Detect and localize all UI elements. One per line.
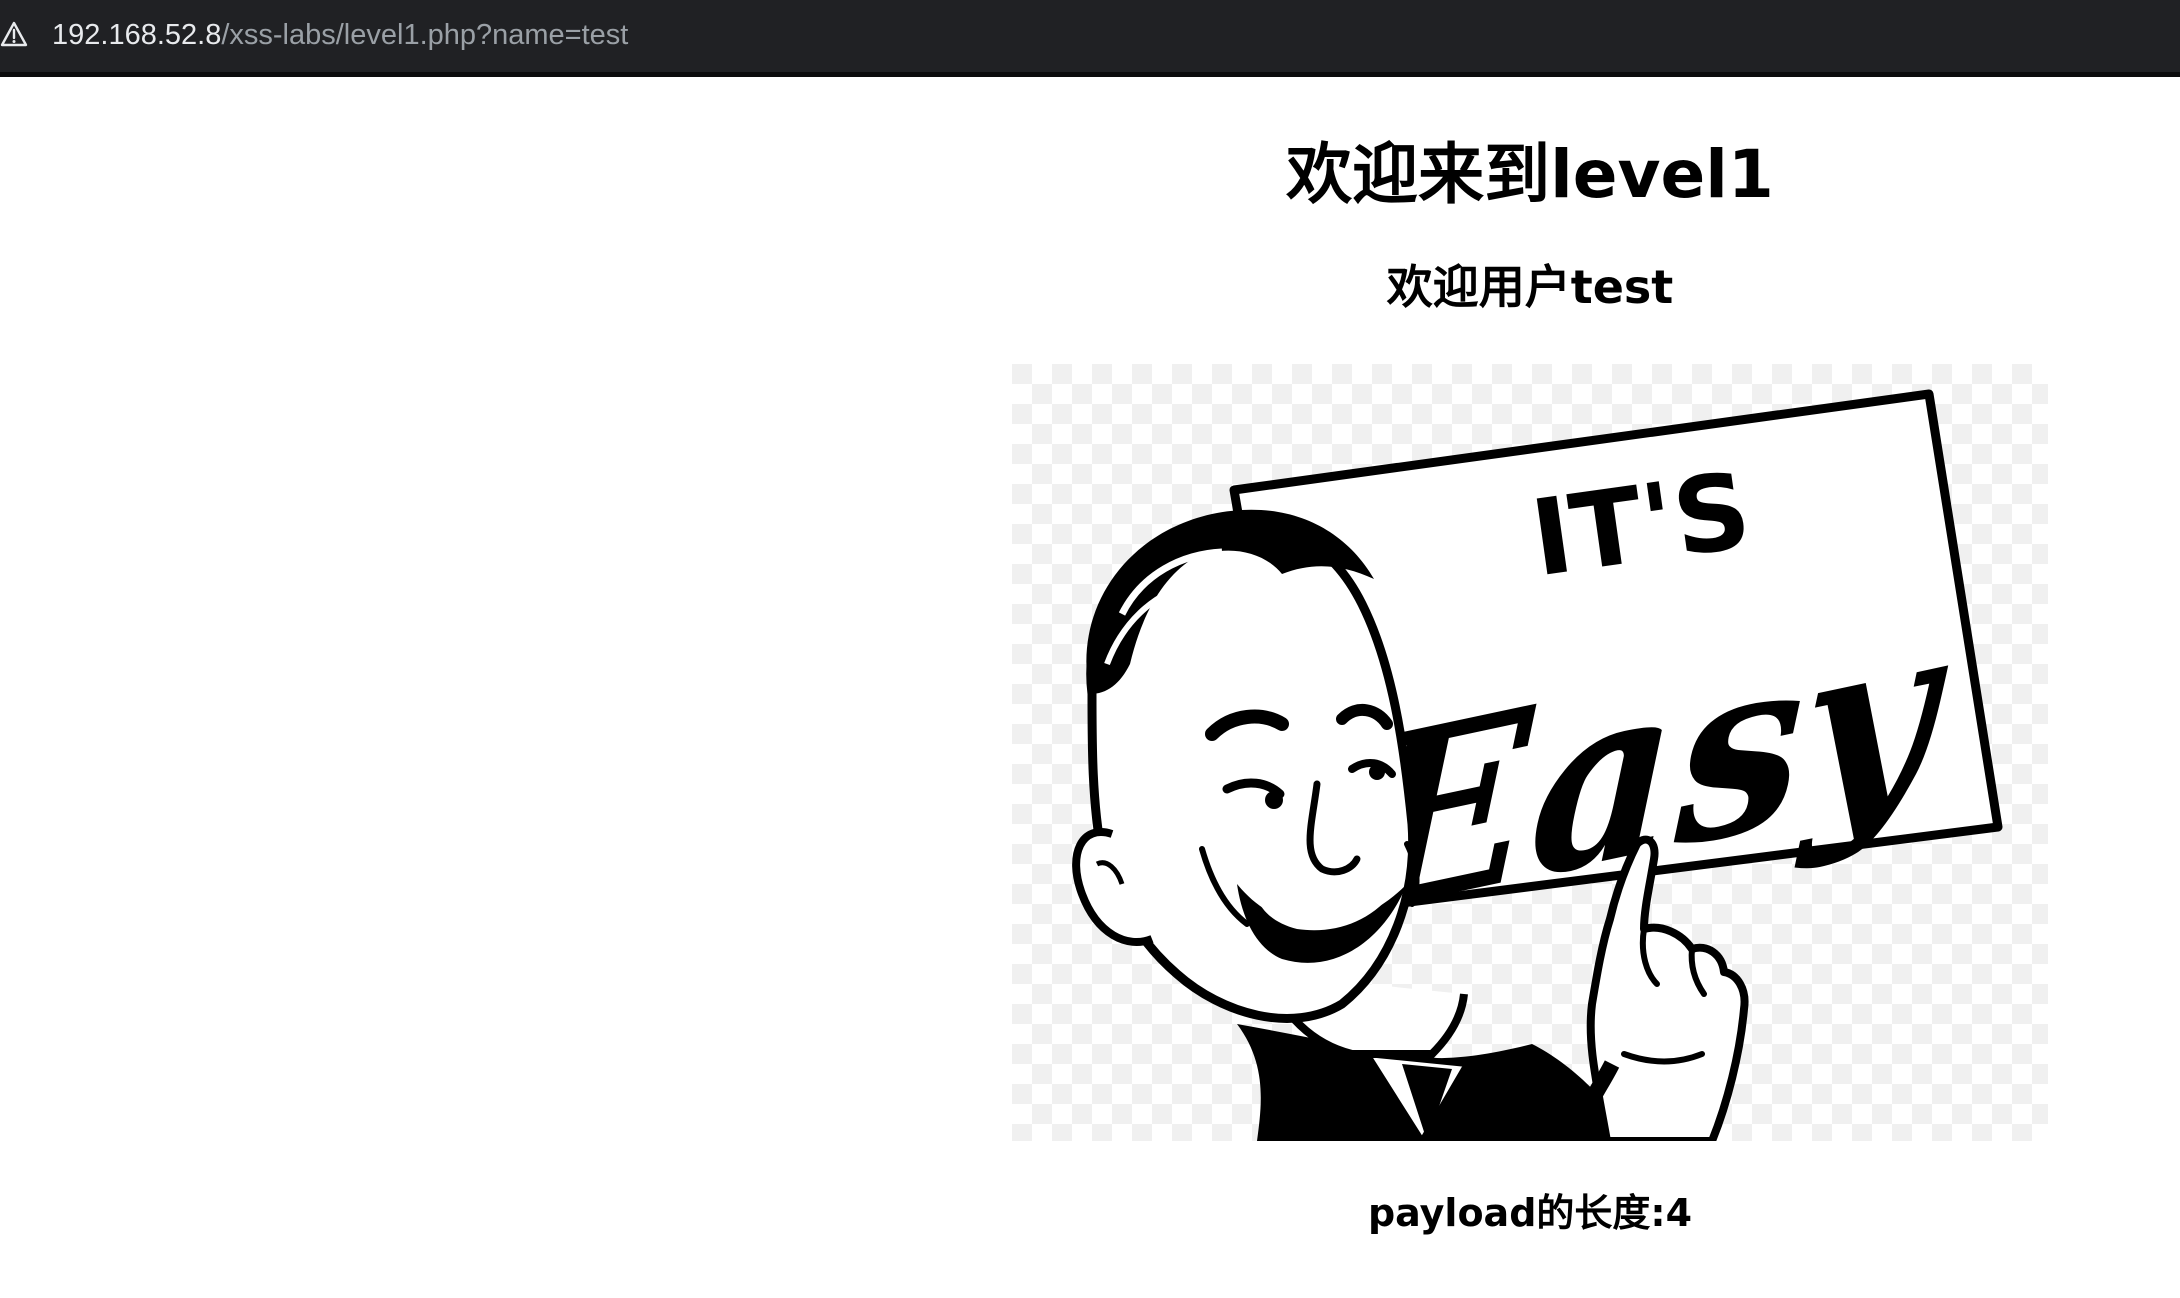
payload-length-text: payload的长度:4 bbox=[1367, 1191, 1693, 1235]
address-bar[interactable]: 192.168.52.8/xss-labs/level1.php?name=te… bbox=[52, 0, 628, 70]
url-path: /xss-labs/level1.php?name=test bbox=[221, 19, 629, 51]
page-title: 欢迎来到level1 bbox=[1286, 136, 1774, 213]
warning-triangle-icon[interactable] bbox=[0, 21, 28, 47]
its-easy-illustration: IT'S Easy bbox=[1012, 364, 2048, 1141]
url-host: 192.168.52.8 bbox=[52, 19, 222, 51]
browser-toolbar: 192.168.52.8/xss-labs/level1.php?name=te… bbox=[0, 0, 2180, 77]
welcome-user-heading: 欢迎用户test bbox=[1386, 260, 1674, 314]
page-content: 欢迎来到level1 欢迎用户test IT'S Easy payload的长度… bbox=[0, 77, 2180, 1298]
